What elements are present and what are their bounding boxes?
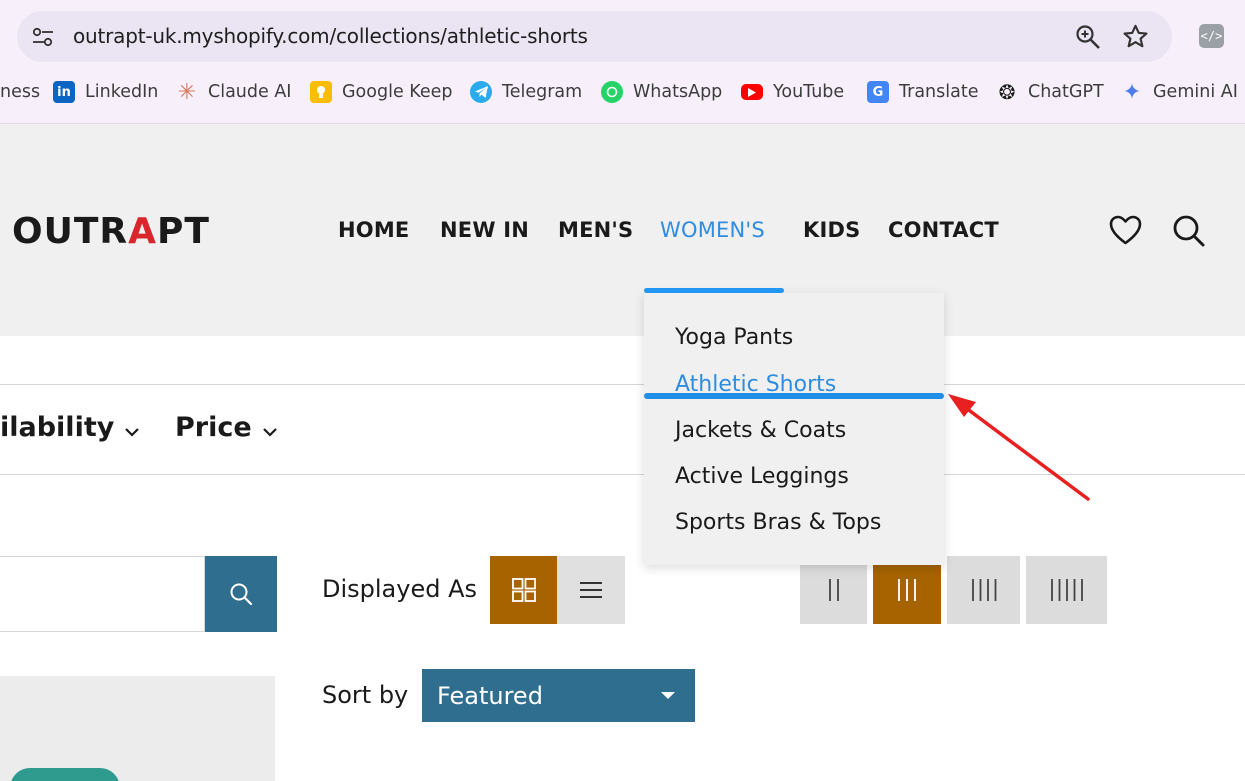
dropdown-accent-bar [644,288,784,293]
site-settings-icon[interactable] [32,27,54,47]
bookmark-claude[interactable]: ✳ Claude AI [176,77,292,107]
bookmark-label: Google Keep [342,82,453,102]
extension-code-icon[interactable]: </> [1199,24,1224,48]
nav-contact[interactable]: CONTACT [888,218,999,242]
filter-price[interactable]: Price [175,412,252,443]
search-icon [230,583,253,606]
bookmark-business[interactable]: ness [0,77,40,107]
nav-home[interactable]: HOME [338,218,409,242]
menu-item-active-leggings[interactable]: Active Leggings [675,464,849,489]
nav-kids[interactable]: KIDS [803,218,860,242]
url-text[interactable]: outrapt-uk.myshopify.com/collections/ath… [73,24,588,48]
youtube-icon [741,84,763,100]
zoom-icon[interactable] [1075,24,1101,50]
bookmark-label: WhatsApp [633,82,723,102]
telegram-icon [470,81,492,103]
columns-3-button[interactable] [873,556,941,624]
columns-2-button[interactable] [800,556,867,624]
chevron-down-icon[interactable] [262,426,278,438]
caret-down-icon [661,692,675,699]
collection-search-input[interactable] [0,556,205,632]
claude-icon: ✳ [177,79,197,105]
four-columns-icon [971,579,996,601]
highlight-underline [644,393,944,399]
three-columns-icon [898,579,916,601]
wishlist-heart-icon[interactable] [1109,215,1142,245]
sort-value: Featured [437,681,543,710]
bookmark-telegram[interactable]: Telegram [470,77,582,107]
bookmark-gemini[interactable]: ✦ Gemini AI [1121,77,1238,107]
bookmark-label: YouTube [773,82,845,102]
collection-search-button[interactable] [205,556,277,632]
bookmark-label: Translate [899,82,979,102]
browser-toolbar: outrapt-uk.myshopify.com/collections/ath… [0,0,1245,124]
product-shirt-graphic [10,768,120,781]
divider [0,474,1245,475]
five-columns-icon [1050,579,1083,601]
bookmark-label: ness [0,82,41,102]
grid-icon [511,578,536,602]
bookmark-label: Gemini AI [1153,82,1238,102]
translate-icon: G [867,81,889,103]
chatgpt-icon: ❂ [998,80,1016,104]
menu-item-jackets-coats[interactable]: Jackets & Coats [675,418,846,443]
linkedin-icon: in [53,81,75,103]
bookmark-google-keep[interactable]: Google Keep [310,77,453,107]
bookmark-translate[interactable]: G Translate [867,77,978,107]
bookmark-label: LinkedIn [85,82,159,102]
bookmark-youtube[interactable]: YouTube [741,77,844,107]
google-keep-icon [310,81,332,103]
bookmark-whatsapp[interactable]: WhatsApp [601,77,722,107]
nav-mens[interactable]: MEN'S [558,218,633,242]
page: outrapt-uk.myshopify.com/collections/ath… [0,0,1245,781]
filter-availability[interactable]: ilability [0,412,114,443]
whatsapp-icon [601,81,623,103]
bookmarks-bar: ness in LinkedIn ✳ Claude AI Google Keep [0,77,1245,107]
list-icon [580,582,602,598]
outrapt-logo[interactable]: OUTRAPT [12,211,210,252]
bookmark-star-icon[interactable] [1122,23,1149,50]
divider [0,384,1245,385]
menu-item-yoga-pants[interactable]: Yoga Pants [675,325,793,350]
gemini-icon: ✦ [1122,79,1142,105]
bookmark-label: Claude AI [208,82,292,102]
two-columns-icon [828,579,839,601]
sort-select[interactable]: Featured [422,669,695,722]
bookmark-linkedin[interactable]: in LinkedIn [53,77,158,107]
grid-view-button[interactable] [490,556,557,624]
nav-new-in[interactable]: NEW IN [440,218,529,242]
columns-5-button[interactable] [1026,556,1107,624]
bookmark-label: ChatGPT [1028,82,1104,102]
sort-by-label: Sort by [322,681,409,709]
chevron-down-icon[interactable] [124,426,140,438]
product-image[interactable] [0,676,275,781]
displayed-as-label: Displayed As [322,575,478,603]
nav-womens[interactable]: WOMEN'S [660,218,765,242]
list-view-button[interactable] [557,556,625,624]
menu-item-sports-bras-tops[interactable]: Sports Bras & Tops [675,510,881,535]
header-search-icon[interactable] [1172,214,1205,247]
bookmark-chatgpt[interactable]: ❂ ChatGPT [996,77,1104,107]
bookmark-label: Telegram [502,82,583,102]
columns-4-button[interactable] [947,556,1020,624]
